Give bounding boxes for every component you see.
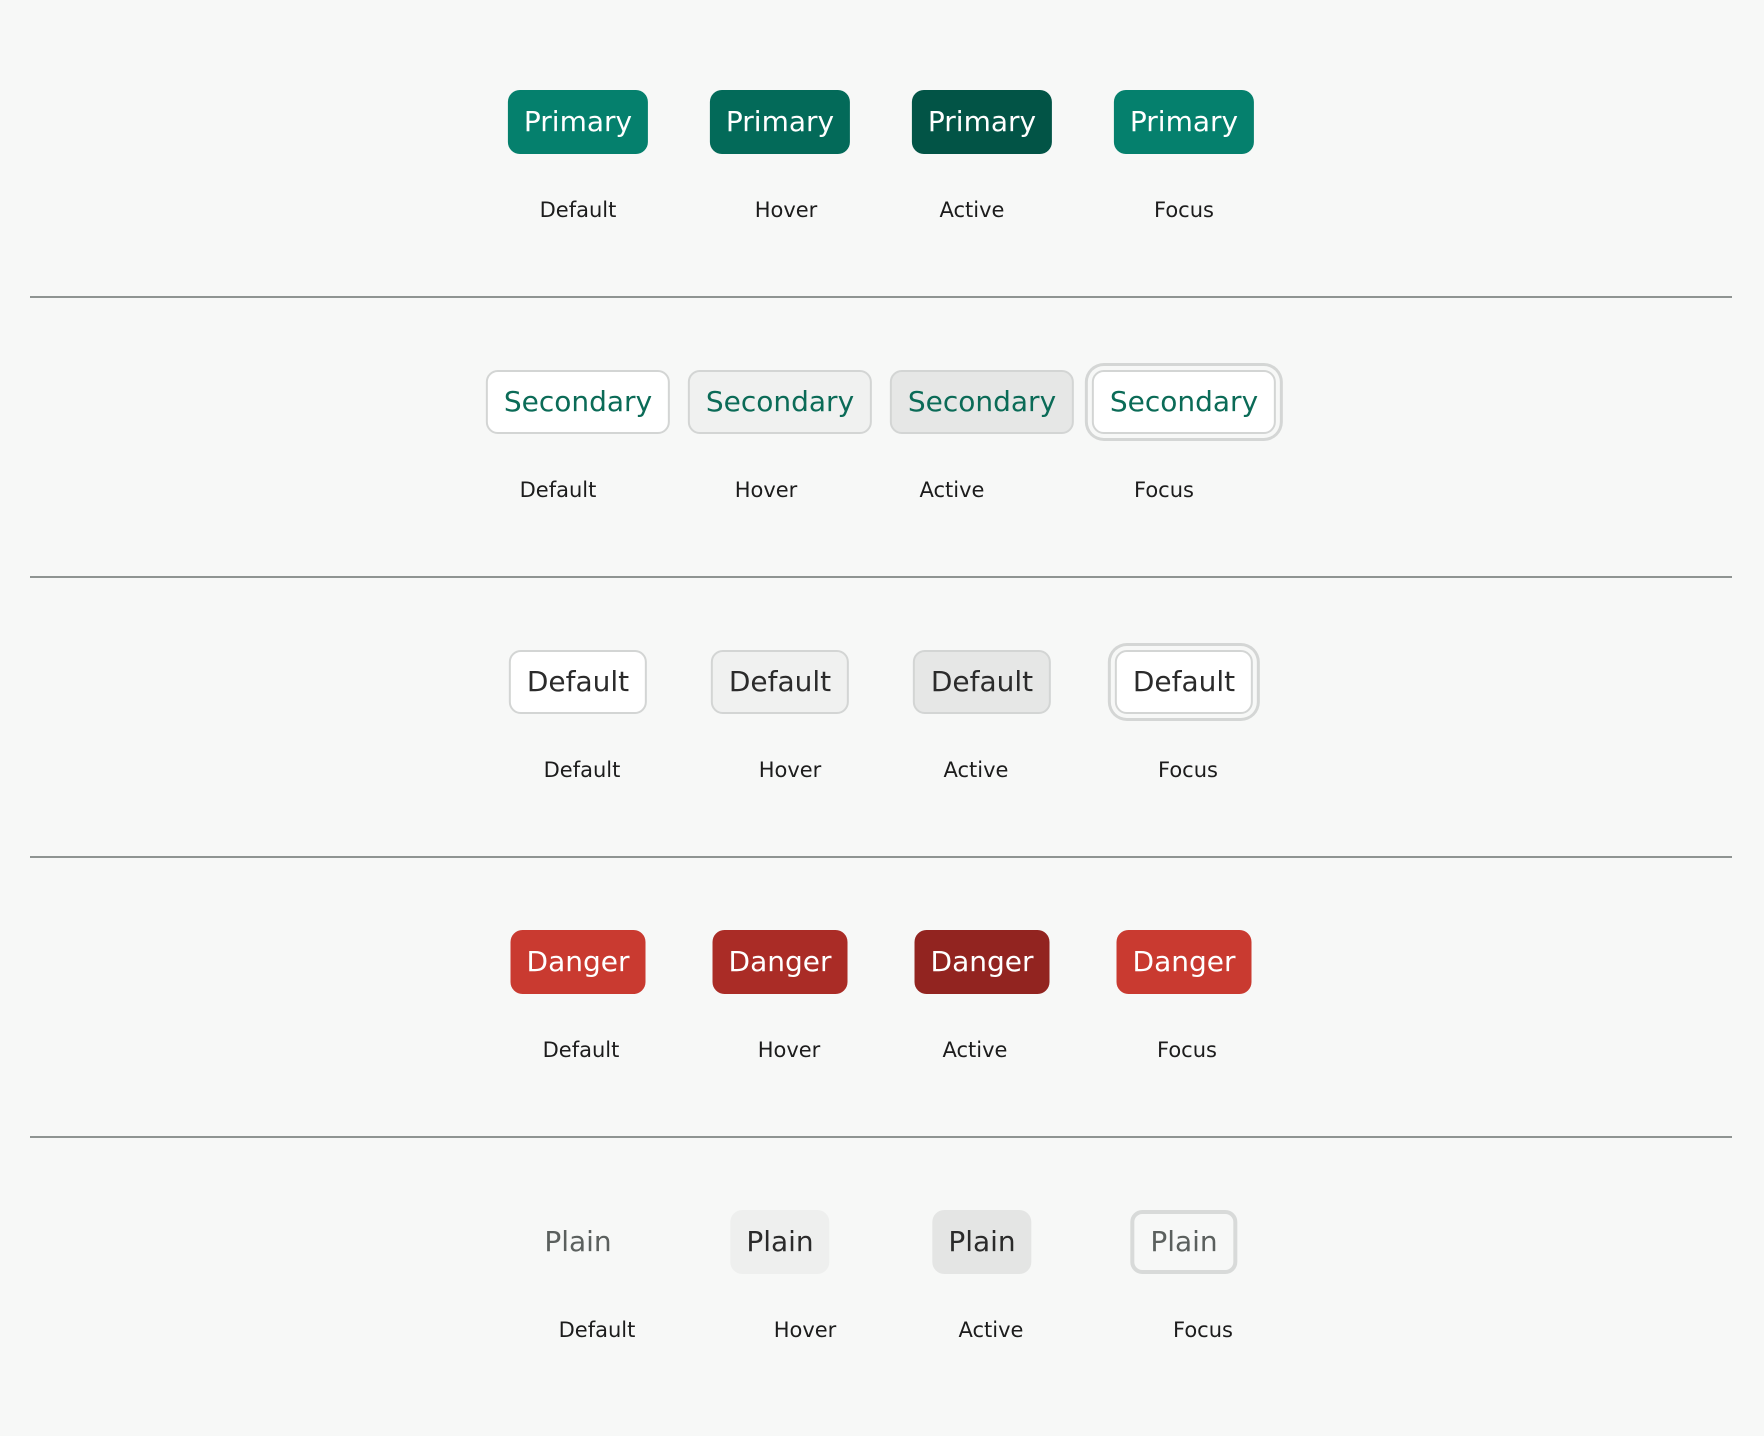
default-button-active[interactable]: Default xyxy=(912,650,1052,714)
primary-button-default[interactable]: Primary xyxy=(507,90,649,154)
state-label-hover: Hover xyxy=(758,758,822,782)
plain-button-active[interactable]: Plain xyxy=(932,1210,1032,1274)
state-label-default: Default xyxy=(542,1038,620,1062)
state-label-default: Default xyxy=(519,478,597,502)
default-button-row: Default Default Default Hover Default Ac… xyxy=(0,560,1764,840)
danger-button-row: Danger Default Danger Hover Danger Activ… xyxy=(0,840,1764,1120)
default-button-hover[interactable]: Default xyxy=(710,650,850,714)
secondary-button-hover[interactable]: Secondary xyxy=(687,370,873,434)
state-label-hover: Hover xyxy=(754,198,818,222)
state-label-default: Default xyxy=(558,1318,636,1342)
danger-button-active[interactable]: Danger xyxy=(914,930,1050,994)
state-label-focus: Focus xyxy=(1158,758,1218,782)
state-label-active: Active xyxy=(919,478,985,502)
state-label-focus: Focus xyxy=(1134,478,1194,502)
state-label-active: Active xyxy=(942,1038,1008,1062)
state-label-hover: Hover xyxy=(734,478,798,502)
danger-button-hover[interactable]: Danger xyxy=(712,930,848,994)
danger-button-default[interactable]: Danger xyxy=(510,930,646,994)
secondary-button-row: Secondary Default Secondary Hover Second… xyxy=(0,280,1764,560)
plain-button-focus[interactable]: Plain xyxy=(1130,1210,1238,1274)
primary-button-focus[interactable]: Primary xyxy=(1113,90,1255,154)
plain-button-default[interactable]: Plain xyxy=(528,1210,627,1274)
danger-button-focus[interactable]: Danger xyxy=(1116,930,1252,994)
state-label-active: Active xyxy=(958,1318,1024,1342)
secondary-button-focus[interactable]: Secondary xyxy=(1091,370,1277,434)
plain-button-row: Plain Default Plain Hover Plain Active P… xyxy=(0,1120,1764,1400)
primary-button-hover[interactable]: Primary xyxy=(709,90,851,154)
primary-button-active[interactable]: Primary xyxy=(911,90,1053,154)
plain-button-hover[interactable]: Plain xyxy=(730,1210,830,1274)
secondary-button-active[interactable]: Secondary xyxy=(889,370,1075,434)
state-label-hover: Hover xyxy=(757,1038,821,1062)
primary-button-row: Primary Default Primary Hover Primary Ac… xyxy=(0,0,1764,280)
default-button-default[interactable]: Default xyxy=(508,650,648,714)
state-label-hover: Hover xyxy=(773,1318,837,1342)
state-label-active: Active xyxy=(943,758,1009,782)
state-label-default: Default xyxy=(543,758,621,782)
state-label-focus: Focus xyxy=(1154,198,1214,222)
state-label-active: Active xyxy=(939,198,1005,222)
secondary-button-default[interactable]: Secondary xyxy=(485,370,671,434)
state-label-default: Default xyxy=(539,198,617,222)
state-label-focus: Focus xyxy=(1157,1038,1217,1062)
state-label-focus: Focus xyxy=(1173,1318,1233,1342)
default-button-focus[interactable]: Default xyxy=(1114,650,1254,714)
